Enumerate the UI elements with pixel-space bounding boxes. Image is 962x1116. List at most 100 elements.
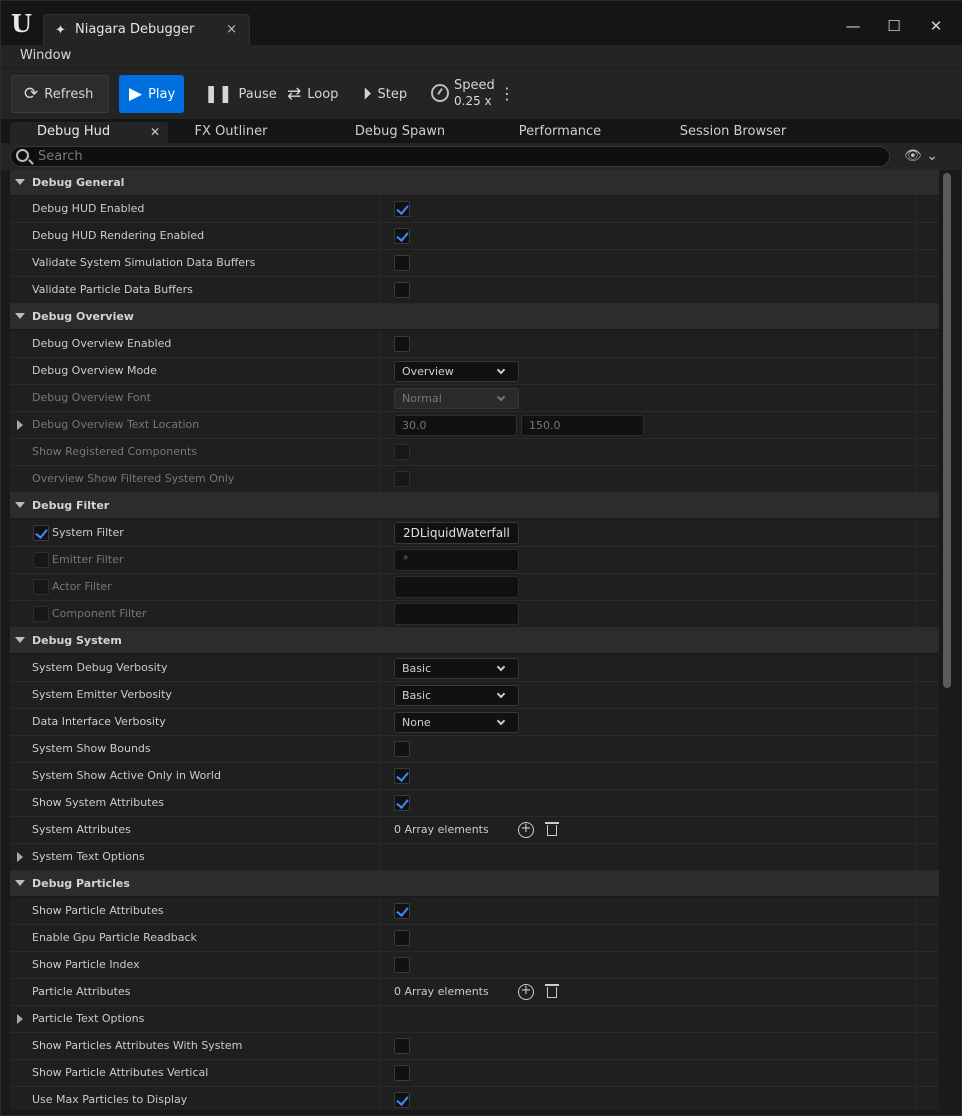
tab-debug-spawn[interactable]: Debug Spawn bbox=[341, 122, 459, 143]
refresh-button[interactable]: ⟳ Refresh bbox=[11, 75, 109, 113]
pause-button[interactable]: ❚❚ Pause bbox=[198, 75, 277, 113]
category-debug-particles[interactable]: Debug Particles bbox=[10, 871, 939, 897]
expand-arrow-icon[interactable] bbox=[17, 420, 23, 430]
category-label: Debug Particles bbox=[32, 877, 130, 890]
speed-value: 0.25 x bbox=[454, 94, 492, 108]
menu-window[interactable]: Window bbox=[20, 48, 71, 63]
overview-font-dropdown[interactable]: Normal bbox=[394, 388, 519, 409]
tab-close-icon[interactable]: ✕ bbox=[150, 122, 160, 142]
show-particle-index-checkbox[interactable] bbox=[394, 957, 410, 973]
value-cell bbox=[381, 223, 916, 249]
trash-icon[interactable] bbox=[545, 821, 559, 837]
more-options-icon[interactable]: ⋮ bbox=[499, 82, 515, 106]
overview-mode-dropdown[interactable]: Overview bbox=[394, 361, 519, 382]
speed-label: Speed bbox=[454, 78, 495, 93]
name-cell: Particle Text Options bbox=[10, 1006, 381, 1032]
show-particle-attributes-checkbox[interactable] bbox=[394, 903, 410, 919]
expand-arrow-icon[interactable] bbox=[17, 852, 23, 862]
category-debug-general[interactable]: Debug General bbox=[10, 170, 939, 196]
system-filter-checkbox[interactable] bbox=[33, 525, 49, 541]
value-cell: None bbox=[381, 709, 916, 735]
minimize-button[interactable]: — bbox=[840, 13, 866, 39]
actor-filter-input[interactable] bbox=[394, 576, 519, 598]
show-system-attributes-checkbox[interactable] bbox=[394, 795, 410, 811]
actor-filter-checkbox[interactable] bbox=[33, 579, 49, 595]
component-filter-checkbox[interactable] bbox=[33, 606, 49, 622]
details-scrollbar[interactable] bbox=[941, 170, 953, 1110]
close-button[interactable]: ✕ bbox=[923, 13, 949, 39]
name-cell: Component Filter bbox=[10, 601, 381, 627]
trash-lid bbox=[545, 984, 559, 986]
text-location-x-input[interactable]: 30.0 bbox=[394, 415, 517, 436]
trash-icon[interactable] bbox=[545, 983, 559, 999]
system-debug-verbosity-dropdown[interactable]: Basic bbox=[394, 658, 519, 679]
add-element-icon[interactable]: + bbox=[518, 822, 534, 838]
validate-system-checkbox[interactable] bbox=[394, 255, 410, 271]
emitter-filter-input[interactable]: * bbox=[394, 549, 519, 571]
emitter-filter-checkbox[interactable] bbox=[33, 552, 49, 568]
scrollbar-thumb[interactable] bbox=[943, 173, 951, 688]
attributes-vertical-checkbox[interactable] bbox=[394, 1065, 410, 1081]
step-label: Step bbox=[377, 86, 408, 102]
tab-performance[interactable]: Performance bbox=[501, 122, 619, 143]
name-cell: Enable Gpu Particle Readback bbox=[10, 925, 381, 951]
prop-overview-filtered-only: Overview Show Filtered System Only bbox=[10, 466, 939, 493]
attributes-with-system-checkbox[interactable] bbox=[394, 1038, 410, 1054]
tab-fx-outliner[interactable]: FX Outliner bbox=[171, 122, 291, 143]
value-cell bbox=[381, 439, 916, 465]
data-interface-verbosity-dropdown[interactable]: None bbox=[394, 712, 519, 733]
debug-hud-rendering-checkbox[interactable] bbox=[394, 228, 410, 244]
prop-validate-system-buffers: Validate System Simulation Data Buffers bbox=[10, 250, 939, 277]
system-emitter-verbosity-dropdown[interactable]: Basic bbox=[394, 685, 519, 706]
speed-control[interactable]: Speed 0.25 x bbox=[429, 78, 501, 110]
tab-session-browser[interactable]: Session Browser bbox=[671, 122, 795, 143]
category-debug-system[interactable]: Debug System bbox=[10, 628, 939, 654]
prop-name: Show Registered Components bbox=[32, 445, 198, 458]
filtered-only-checkbox[interactable] bbox=[394, 471, 410, 487]
overview-enabled-checkbox[interactable] bbox=[394, 336, 410, 352]
trash-bin bbox=[547, 987, 557, 998]
play-button[interactable]: ▶ Play bbox=[119, 75, 184, 113]
prop-name: Debug HUD Enabled bbox=[32, 202, 145, 215]
dropdown-value: Normal bbox=[402, 392, 442, 405]
refresh-icon: ⟳ bbox=[24, 84, 39, 104]
active-only-checkbox[interactable] bbox=[394, 768, 410, 784]
array-count: 0 Array elements bbox=[394, 985, 489, 998]
maximize-button[interactable]: ☐ bbox=[881, 13, 907, 39]
name-cell: Debug Overview Enabled bbox=[10, 331, 381, 357]
document-tab[interactable]: ✦ Niagara Debugger × bbox=[43, 14, 250, 45]
max-particles-checkbox[interactable] bbox=[394, 1092, 410, 1108]
dropdown-value: Basic bbox=[402, 662, 432, 675]
prop-system-emitter-verbosity: System Emitter Verbosity Basic bbox=[10, 682, 939, 709]
component-filter-input[interactable] bbox=[394, 603, 519, 625]
name-cell: Show System Attributes bbox=[10, 790, 381, 816]
document-tab-close-icon[interactable]: × bbox=[226, 22, 237, 37]
tab-debug-hud[interactable]: Debug Hud ✕ bbox=[10, 122, 168, 143]
system-filter-input[interactable]: 2DLiquidWaterfall bbox=[394, 522, 519, 544]
tab-debug-hud-label: Debug Hud bbox=[37, 124, 111, 139]
prop-gpu-readback: Enable Gpu Particle Readback bbox=[10, 925, 939, 952]
prop-system-active-only: System Show Active Only in World bbox=[10, 763, 939, 790]
expand-arrow-icon[interactable] bbox=[17, 1014, 23, 1024]
show-registered-checkbox[interactable] bbox=[394, 444, 410, 460]
unreal-logo-icon[interactable]: U bbox=[11, 9, 39, 39]
value-cell: Basic bbox=[381, 655, 916, 681]
toolbar: ⟳ Refresh ▶ Play ❚❚ Pause ⇄ Loop ⏵ Step … bbox=[1, 67, 962, 119]
validate-particle-checkbox[interactable] bbox=[394, 282, 410, 298]
category-debug-filter[interactable]: Debug Filter bbox=[10, 493, 939, 519]
prop-name: Debug Overview Enabled bbox=[32, 337, 172, 350]
debug-hud-enabled-checkbox[interactable] bbox=[394, 201, 410, 217]
visibility-filter-icon[interactable]: 👁 ⌄ bbox=[904, 148, 940, 164]
search-input[interactable] bbox=[38, 148, 878, 165]
play-icon: ▶ bbox=[129, 84, 143, 104]
step-button[interactable]: ⏵ Step bbox=[359, 75, 425, 113]
prop-name: Show Particle Index bbox=[32, 958, 140, 971]
show-bounds-checkbox[interactable] bbox=[394, 741, 410, 757]
name-cell: System Text Options bbox=[10, 844, 381, 870]
value-cell bbox=[381, 277, 916, 303]
loop-button[interactable]: ⇄ Loop bbox=[283, 75, 349, 113]
category-debug-overview[interactable]: Debug Overview bbox=[10, 304, 939, 330]
add-element-icon[interactable]: + bbox=[518, 984, 534, 1000]
text-location-y-input[interactable]: 150.0 bbox=[521, 415, 644, 436]
gpu-readback-checkbox[interactable] bbox=[394, 930, 410, 946]
